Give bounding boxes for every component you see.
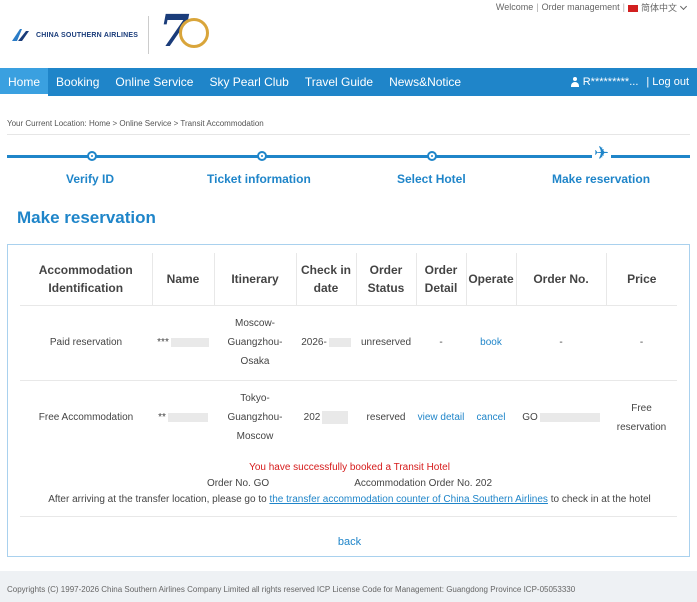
book-link[interactable]: book [466,304,516,380]
step-ticket-information: Ticket information [207,172,311,186]
cell-checkin: 2026- [296,304,356,380]
cell-checkin: 202 [296,379,356,455]
cell-order-no: - [516,304,606,380]
cell-itinerary: Tokyo- Guangzhou- Moscow [214,379,296,455]
reservation-table: Accommodation Identification Name Itiner… [20,253,677,455]
cell-itinerary: Moscow- Guangzhou- Osaka [214,304,296,380]
panel-divider [20,516,677,517]
order-numbers: Order No. GO Accommodation Order No. 202 [8,478,691,489]
site-header: CHINA SOUTHERN AIRLINES 7 [10,6,217,60]
step-dot-2 [257,151,267,161]
col-order-status: Order Status [356,253,417,305]
top-links: Welcome | Order management | 简体中文 [493,0,689,14]
col-order-no: Order No. [516,253,607,305]
flag-icon [627,4,638,12]
user-area: R*********... | Log out [570,76,697,88]
language-selector[interactable]: 简体中文 [625,1,689,14]
welcome-text: Welcome [495,2,534,12]
chevron-down-icon [679,2,688,10]
cell-order-no: GO [516,379,606,455]
step-select-hotel: Select Hotel [397,172,466,186]
col-accommodation-identification: Accommodation Identification [20,253,153,305]
col-name: Name [152,253,215,305]
col-operate: Operate [466,253,517,305]
nav-online-service[interactable]: Online Service [107,68,201,96]
cell-name: *** [152,304,214,380]
nav-travel-guide[interactable]: Travel Guide [297,68,381,96]
order-management-link[interactable]: Order management [539,2,623,12]
nav-sky-pearl-club[interactable]: Sky Pearl Club [201,68,296,96]
nav-news-notice[interactable]: News&Notice [381,68,469,96]
table-row: Paid reservation *** Moscow- Guangzhou- Os… [20,304,677,380]
back-link[interactable]: back [8,536,691,548]
user-icon [570,77,580,87]
step-dot-1 [87,151,97,161]
logout-link[interactable]: | Log out [646,76,689,88]
cell-price: - [606,304,677,380]
nav-booking[interactable]: Booking [48,68,107,96]
anniversary-logo-icon: 7 [159,6,217,58]
step-dot-3 [427,151,437,161]
header-divider [148,16,150,54]
cell-status: reserved [356,379,416,455]
airline-name: CHINA SOUTHERN AIRLINES [36,31,139,39]
cell-status: unreserved [356,304,416,380]
progress-line [7,155,690,158]
plane-icon: ✈ [592,143,612,164]
reservation-panel: Accommodation Identification Name Itiner… [7,244,690,557]
success-message: You have successfully booked a Transit H… [249,462,450,473]
cancel-link[interactable]: cancel [466,379,516,455]
transfer-counter-link[interactable]: the transfer accommodation counter of Ch… [269,494,548,505]
page-title: Make reservation [17,208,156,227]
col-order-detail: Order Detail [416,253,467,305]
view-detail-link[interactable]: view detail [416,379,466,455]
col-price: Price [627,271,657,286]
col-check-in-date: Check in date [296,253,357,305]
table-row: Free Accommodation ** Tokyo- Guangzhou- Mo… [20,379,677,455]
breadcrumb-divider [7,134,690,135]
step-verify-id: Verify ID [66,172,115,186]
cell-price: Free reservation [606,379,677,455]
order-no: Order No. GO [206,478,270,489]
cell-identification: Free Accommodation [20,379,152,455]
col-itinerary: Itinerary [214,253,297,305]
footer-copyright: Copyrights (C) 1997-2026 China Southern … [0,571,697,602]
breadcrumb: Your Current Location: Home > Online Ser… [7,119,264,128]
user-name[interactable]: R*********... [583,76,639,88]
check-in-notice: After arriving at the transfer location,… [48,494,651,505]
main-nav: Home Booking Online Service Sky Pearl Cl… [0,68,697,96]
accommodation-order-no: Accommodation Order No. 202 [354,478,493,489]
cell-identification: Paid reservation [20,304,152,380]
airline-logo-icon[interactable] [10,27,32,43]
nav-home[interactable]: Home [0,68,49,96]
progress-steps: ✈ Verify ID Ticket information Select Ho… [7,143,690,187]
cell-detail: - [416,304,466,380]
cell-name: ** [152,379,214,455]
step-make-reservation: Make reservation [552,172,651,186]
